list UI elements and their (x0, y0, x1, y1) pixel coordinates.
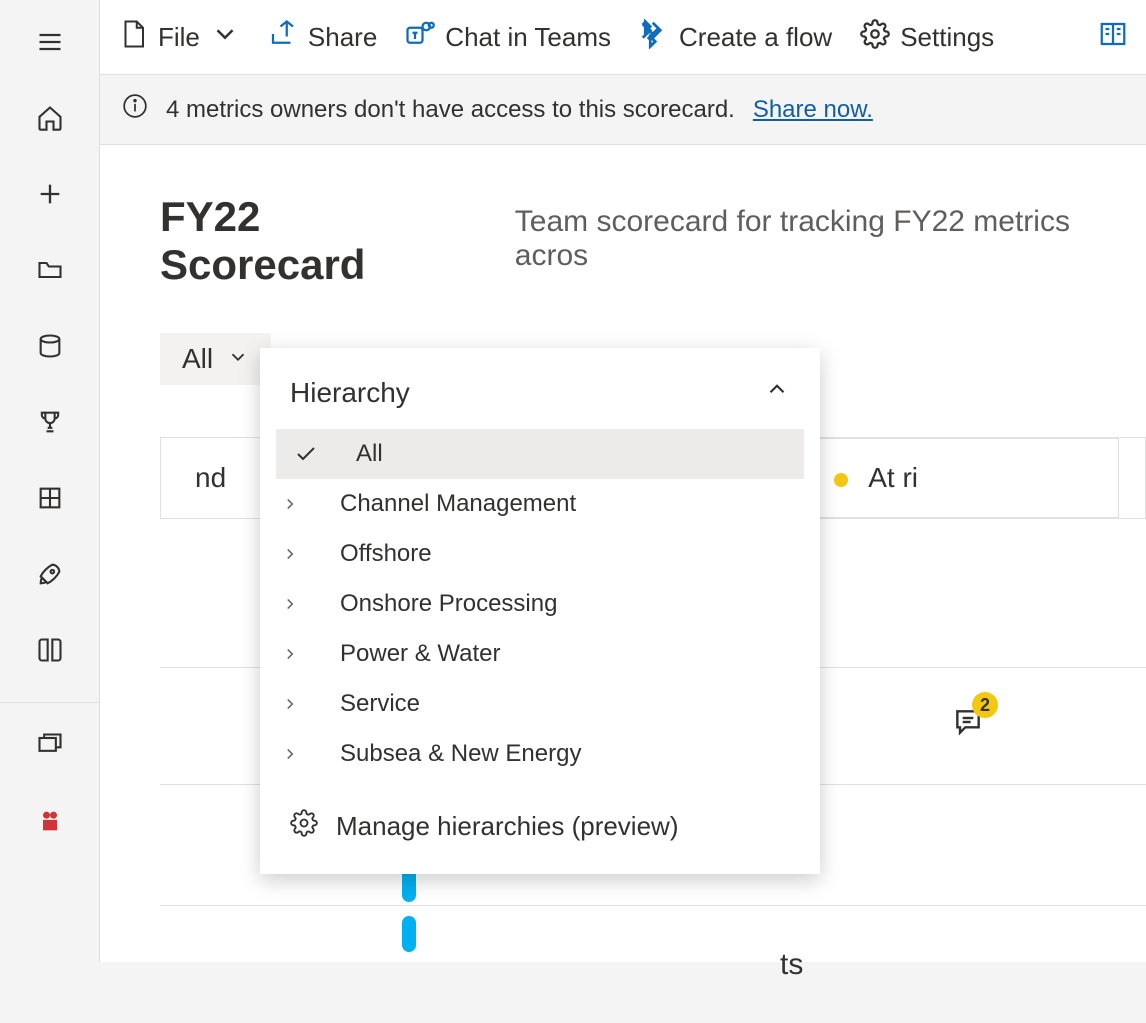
status-card-at-risk[interactable]: At ri (799, 438, 1119, 518)
chevron-right-icon[interactable] (276, 545, 304, 563)
page-title: FY22 Scorecard (160, 193, 445, 289)
metric-name-fragment: ts (780, 948, 803, 982)
filter-label: All (182, 343, 213, 375)
chat-label: Chat in Teams (445, 22, 611, 53)
chat-teams-button[interactable]: Chat in Teams (405, 19, 611, 56)
metric-row-2[interactable]: ts (160, 905, 1146, 1023)
settings-label: Settings (900, 22, 994, 53)
chevron-down-icon (227, 343, 249, 375)
hierarchy-item-channel-management[interactable]: Channel Management (260, 479, 820, 529)
chevron-right-icon[interactable] (276, 495, 304, 513)
progress-bar-indicator (402, 916, 416, 952)
manage-hierarchies-button[interactable]: Manage hierarchies (preview) (260, 779, 820, 874)
teams-icon (405, 19, 435, 56)
chevron-right-icon[interactable] (276, 595, 304, 613)
file-menu[interactable]: File (118, 19, 240, 56)
hierarchy-item-label: Power & Water (322, 640, 501, 668)
hierarchy-item-label: Offshore (322, 540, 432, 568)
chevron-down-icon (210, 19, 240, 56)
info-bar: 4 metrics owners don't have access to th… (100, 75, 1146, 145)
home-icon[interactable] (26, 94, 74, 142)
chevron-right-icon[interactable] (276, 745, 304, 763)
status-dot-yellow (834, 473, 848, 487)
share-now-link[interactable]: Share now. (753, 96, 873, 124)
rocket-icon[interactable] (26, 550, 74, 598)
comment-badge: 2 (972, 692, 998, 718)
toolbar: File Share Chat in Teams Create a flow (100, 0, 1146, 75)
book-icon[interactable] (26, 626, 74, 674)
chevron-right-icon[interactable] (276, 645, 304, 663)
sidebar-nav (0, 0, 100, 962)
hierarchy-item-label: Onshore Processing (322, 590, 557, 618)
apps-icon[interactable] (26, 474, 74, 522)
hamburger-menu-icon[interactable] (26, 18, 74, 66)
hierarchy-filter-chip[interactable]: All (160, 333, 271, 385)
hierarchy-item-label: All (338, 440, 383, 468)
file-icon (118, 19, 148, 56)
chevron-right-icon[interactable] (276, 695, 304, 713)
create-flow-button[interactable]: Create a flow (639, 19, 832, 56)
hierarchy-item-label: Service (322, 690, 420, 718)
popover-title: Hierarchy (290, 377, 410, 409)
sidebar-divider (0, 702, 99, 703)
checkmark-icon (292, 442, 320, 466)
info-message: 4 metrics owners don't have access to th… (166, 96, 735, 124)
manage-hierarchies-label: Manage hierarchies (preview) (336, 811, 678, 842)
flow-label: Create a flow (679, 22, 832, 53)
flow-icon (639, 19, 669, 56)
page-subtitle: Team scorecard for tracking FY22 metrics… (515, 205, 1086, 273)
reading-view-button[interactable] (1098, 19, 1128, 56)
file-label: File (158, 22, 200, 53)
settings-button[interactable]: Settings (860, 19, 994, 56)
hierarchy-item-subsea-new-energy[interactable]: Subsea & New Energy (260, 729, 820, 779)
hierarchy-item-onshore-processing[interactable]: Onshore Processing (260, 579, 820, 629)
people-icon[interactable] (26, 797, 74, 845)
info-icon (122, 93, 148, 126)
hierarchy-item-offshore[interactable]: Offshore (260, 529, 820, 579)
hierarchy-item-all[interactable]: All (276, 429, 804, 479)
comment-icon[interactable]: 2 (952, 706, 984, 746)
chevron-up-icon[interactable] (764, 376, 790, 409)
hierarchy-item-label: Channel Management (322, 490, 576, 518)
status-label-at-risk: At ri (868, 462, 918, 493)
windows-icon[interactable] (26, 721, 74, 769)
gear-icon (290, 809, 318, 844)
hierarchy-item-service[interactable]: Service (260, 679, 820, 729)
reading-icon (1098, 19, 1128, 56)
hierarchy-item-label: Subsea & New Energy (322, 740, 581, 768)
plus-icon[interactable] (26, 170, 74, 218)
hierarchy-item-power-water[interactable]: Power & Water (260, 629, 820, 679)
share-icon (268, 19, 298, 56)
gear-icon (860, 19, 890, 56)
share-button[interactable]: Share (268, 19, 377, 56)
status-label-behind: nd (195, 462, 226, 494)
database-icon[interactable] (26, 322, 74, 370)
hierarchy-popover: Hierarchy All Channel Management Offshor… (260, 348, 820, 874)
trophy-icon[interactable] (26, 398, 74, 446)
main-content: File Share Chat in Teams Create a flow (100, 0, 1146, 962)
share-label: Share (308, 22, 377, 53)
folder-icon[interactable] (26, 246, 74, 294)
